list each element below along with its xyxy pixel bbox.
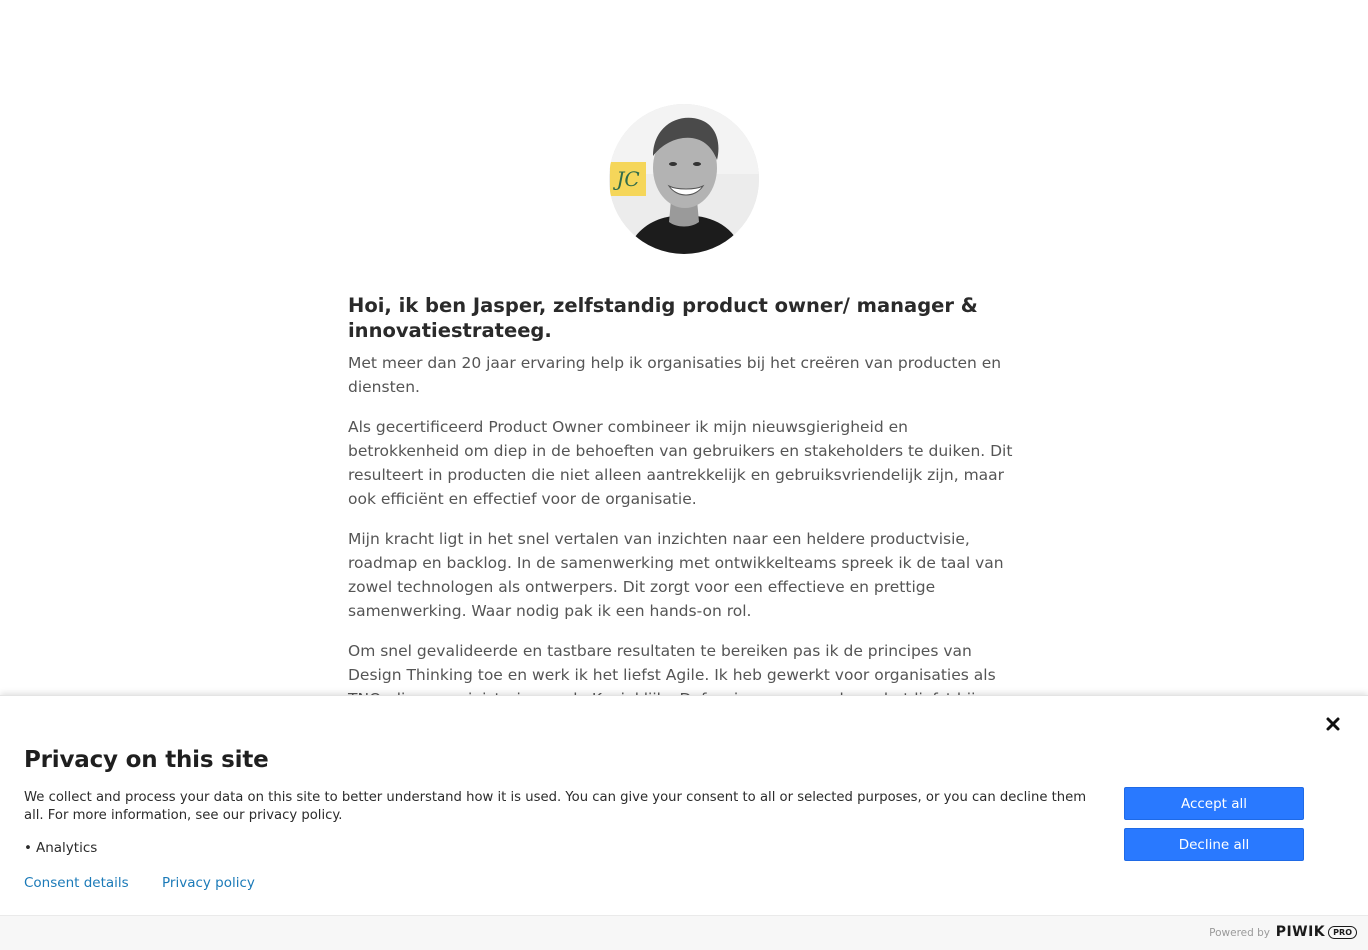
powered-by-bar: Powered by PIWIK PRO xyxy=(0,915,1368,950)
powered-by-label: Powered by xyxy=(1209,927,1270,939)
consent-links: Consent details Privacy policy xyxy=(24,875,284,891)
profile-headline: Hoi, ik ben Jasper, zelfstandig product … xyxy=(348,294,978,342)
piwik-brand: PIWIK xyxy=(1275,924,1326,940)
page: JC Hoi, ik ben Jasper, zelfstandig produ… xyxy=(0,0,1368,950)
privacy-description: We collect and process your data on this… xyxy=(24,790,1087,823)
profile-paragraph: Met meer dan 20 jaar ervaring help ik or… xyxy=(348,354,1002,396)
close-banner-button[interactable] xyxy=(1322,713,1344,735)
accept-all-button[interactable]: Accept all xyxy=(1124,787,1304,820)
privacy-policy-link[interactable]: Privacy policy xyxy=(162,875,255,891)
privacy-title: Privacy on this site xyxy=(24,747,269,773)
profile-content: Hoi, ik ben Jasper, zelfstandig product … xyxy=(348,293,1020,751)
piwik-brand-suffix: PRO xyxy=(1328,925,1357,939)
purpose-item-analytics: Analytics xyxy=(24,840,97,856)
close-icon xyxy=(1326,717,1340,731)
profile-avatar: JC xyxy=(609,104,759,254)
consent-details-link[interactable]: Consent details xyxy=(24,875,129,891)
svg-text:JC: JC xyxy=(612,167,639,191)
piwik-pro-logo[interactable]: PIWIK PRO xyxy=(1276,924,1357,940)
profile-paragraph: Mijn kracht ligt in het snel vertalen va… xyxy=(348,530,1004,620)
privacy-consent-banner: Privacy on this site We collect and proc… xyxy=(0,695,1368,950)
decline-all-button[interactable]: Decline all xyxy=(1124,828,1304,861)
purpose-list: Analytics xyxy=(24,840,97,856)
profile-photo: JC xyxy=(609,104,759,254)
profile-paragraph: Als gecertificeerd Product Owner combine… xyxy=(348,418,1013,508)
